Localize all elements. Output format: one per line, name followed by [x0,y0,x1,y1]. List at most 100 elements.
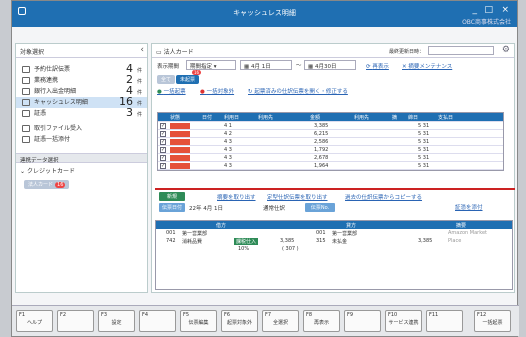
sidebar-item-label: 銀行入出金明細 [34,88,77,95]
calendar-icon [22,66,30,73]
row-pay: 5 31 [418,123,430,129]
tab-unposted[interactable]: 未起票 [176,75,200,84]
row-checkbox[interactable]: ✓ [160,147,166,153]
slip-row[interactable]: 001 第一営業部 001 第一営業部 Amazon Market [156,229,512,237]
credit-head: 貸方 [346,223,357,229]
f4-button[interactable]: F4 [139,310,176,332]
row-date: 4 3 [224,147,232,153]
maximize-icon[interactable]: □ [484,5,493,15]
tab-all[interactable]: 全て [157,75,176,84]
status-badge [170,155,190,161]
fkey-code: F6 [224,312,231,318]
f8-button[interactable]: F8 再表示 [303,310,340,332]
chip-label: 法人カード [28,182,54,188]
date-from-input[interactable]: ▦ 4月 1日 [240,60,292,70]
col-usedate: 利用日 [224,115,240,121]
tax-badge: 課税仕入 [234,238,259,245]
f2-button[interactable]: F2 [57,310,94,332]
table-row[interactable]: ✓ 4 3 2,678 5 31 [158,154,503,162]
tree-node-credit[interactable]: ⌄ クレジットカード [16,163,147,178]
bulk-exclude-link[interactable]: ● 一括対象外 [200,87,234,95]
slip-row[interactable]: 10% ( 307 ) [156,245,512,253]
date-to-input[interactable]: ▦ 4月30日 [304,60,356,70]
statement-grid: 状態 日付 利用日 利用先 金額 利用先 摘 締日 支払日 ✓ 4 1 3,385 5… [157,112,504,171]
period-label: 表示期間 [157,64,180,70]
sidebar-item-label: キャッシュレス明細 [34,99,88,106]
f10-button[interactable]: F10 サービス連携 [385,310,422,332]
credit-acct: 未払金 [332,239,348,245]
fkey-label: 全選択 [272,320,288,326]
f3-button[interactable]: F3 設定 [98,310,135,332]
refresh-link[interactable]: ⟳ 再表示 [366,62,389,70]
table-row[interactable]: ✓ 4 3 1,792 5 31 [158,146,503,154]
status-badge [170,123,190,129]
slip-date-button[interactable]: 伝票日付 [159,203,185,212]
f11-button[interactable]: F11 [426,310,463,332]
card-chip[interactable]: 法人カード 16 [24,180,70,189]
period-select[interactable]: 期間指定 ▾ [186,60,236,70]
section-header: 連携データ選択 [16,153,147,164]
company-name: OBC商事株式会社 [462,19,511,26]
bulk-post-label: 一括起票 [163,89,186,95]
f7-button[interactable]: F7 全選択 [262,310,299,332]
sidebar-item-import[interactable]: 取引ファイル受入 [16,123,147,134]
table-row[interactable]: ✓ 4 3 2,586 5 31 [158,138,503,146]
collapse-icon[interactable]: ‹ [140,45,144,55]
open-posted-link[interactable]: ↻ 起票済みの仕訳伝票を開く・修正する [248,87,348,95]
f1-button[interactable]: F1 ヘルプ [16,310,53,332]
row-checkbox[interactable]: ✓ [160,139,166,145]
fkey-code: F9 [347,312,354,318]
fkey-label: 伝票編集 [188,320,209,326]
debit-dept-code: 001 [166,230,176,236]
sidebar-item-shohyo[interactable]: 証憑 3 件 [16,107,147,119]
master-link[interactable]: ✕ 摘要メンテナンス [402,62,452,70]
fkey-label: 一括起票 [482,320,503,326]
slip-no-button[interactable]: 伝票No. [305,203,335,212]
row-amount: 2,586 [314,139,329,145]
row-pay: 5 31 [418,147,430,153]
function-key-bar: F1 ヘルプ F2 F3 設定 F4 F5 伝票編集 F6 起票対象外 F7 全選択 F8… [12,305,519,336]
new-slip-button[interactable]: 新規 [159,192,185,201]
col-status: 状態 [170,115,181,121]
page-title: 法人カード [163,49,194,56]
gear-icon[interactable]: ⚙ [502,45,510,55]
credit-dept: 第一営業部 [332,231,358,237]
extract-template-link[interactable]: 定型仕訳伝票を取り出す [267,193,328,201]
fkey-code: F10 [388,312,398,318]
row-checkbox[interactable]: ✓ [160,123,166,129]
row-checkbox[interactable]: ✓ [160,163,166,169]
bulk-post-link[interactable]: ● 一括起票 [157,87,186,95]
file-icon [22,125,30,132]
table-row[interactable]: ✓ 4 1 3,385 5 31 [158,122,503,130]
col-payee2: 利用先 [354,115,370,121]
f12-button[interactable]: F12 一括起票 [474,310,511,332]
main-panel: ▭ 法人カード 最終更新日時： ⚙ 表示期間 期間指定 ▾ ▦ 4月 1日 〜 … [151,43,515,293]
f6-button[interactable]: F6 起票対象外 [221,310,258,332]
status-badge [170,131,190,137]
minimize-icon[interactable]: _ [473,5,478,15]
fkey-code: F11 [429,312,439,318]
f9-button[interactable]: F9 [344,310,381,332]
extract-memo-link[interactable]: 摘要を取り出す [217,193,256,201]
slip-row[interactable]: 742 消耗品費 課税仕入 3,385 315 未払金 3,385 Place [156,237,512,245]
close-icon[interactable]: × [501,5,509,15]
table-row[interactable]: ✓ 4 2 6,215 5 31 [158,130,503,138]
row-checkbox[interactable]: ✓ [160,155,166,161]
filter-bar: 表示期間 期間指定 ▾ ▦ 4月 1日 〜 ▦ 4月30日 ⟳ 再表示 ✕ 摘要… [152,58,514,73]
copy-past-link[interactable]: 過去の仕訳伝票からコピーする [345,193,422,201]
table-row[interactable]: ✓ 4 3 1,964 5 31 [158,162,503,170]
splitter[interactable] [155,188,515,190]
fkey-label: 再表示 [313,320,329,326]
sidebar-item-label: 業務連携 [34,77,59,84]
range-tilde: 〜 [296,63,302,69]
debit-acct-code: 742 [166,238,176,244]
attach-link[interactable]: 証憑を添付 [455,203,483,211]
action-bar: ● 一括起票 ● 一括対象外 ↻ 起票済みの仕訳伝票を開く・修正する [152,85,514,96]
sidebar-item-label: 予約仕訳伝票 [34,66,71,73]
row-pay: 5 31 [418,139,430,145]
row-amount: 1,792 [314,147,329,153]
status-badge [170,139,190,145]
row-checkbox[interactable]: ✓ [160,131,166,137]
f5-button[interactable]: F5 伝票編集 [180,310,217,332]
sidebar-item-attach[interactable]: 証憑一括添付 [16,134,147,145]
